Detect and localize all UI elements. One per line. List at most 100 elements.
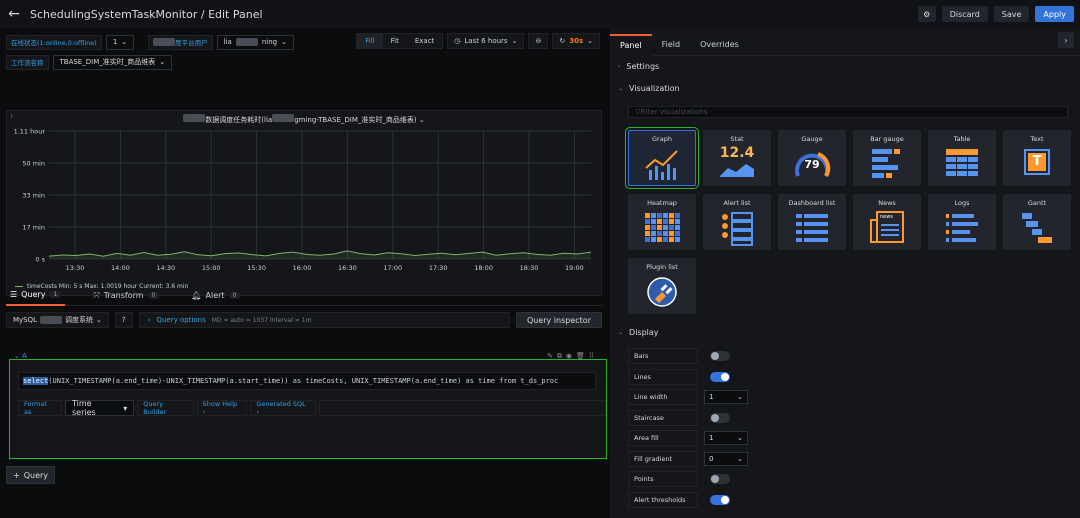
viz-stat[interactable]: Stat 12.4	[703, 130, 771, 186]
sql-text: (UNIX_TIMESTAMP(a.end_time)-UNIX_TIMESTA…	[48, 377, 559, 385]
toggle-switch[interactable]	[710, 371, 730, 382]
query-inspector-button[interactable]: Query inspector	[515, 312, 602, 328]
toggle-switch[interactable]	[710, 351, 730, 361]
show-help-button[interactable]: Show Help ›	[196, 400, 248, 416]
viz-plugin-list[interactable]: Plugin list	[628, 258, 696, 314]
toggle-switch[interactable]	[710, 474, 730, 484]
query-ref-toggle[interactable]: ⌄ A	[14, 352, 27, 360]
query-footer: Format as Time series ▾ Query Builder Sho…	[18, 399, 606, 417]
fill-mode-button[interactable]: Fill	[357, 34, 383, 48]
viz-name: Logs	[954, 199, 970, 207]
datasource-name-prefix: MySQL	[13, 316, 38, 324]
redacted-text	[40, 316, 63, 324]
table-icon	[946, 149, 978, 176]
caret-down-icon: ▾	[123, 403, 128, 413]
display-option-label: Points	[628, 471, 698, 487]
display-option-row: Alert thresholds	[628, 491, 1068, 508]
filter-placeholder: Filter visualizations	[640, 108, 708, 116]
transform-icon: ⤧	[93, 290, 100, 300]
viz-dashboard-list[interactable]: Dashboard list	[778, 194, 846, 250]
query-builder-button[interactable]: Query Builder	[137, 400, 194, 416]
display-option-label: Bars	[628, 348, 698, 364]
question-icon: ?	[121, 316, 126, 324]
tab-query[interactable]: ☰ Query 1	[6, 286, 66, 306]
collapse-pane-button[interactable]: ›	[1058, 32, 1074, 48]
workflow-variable-select[interactable]: TBASE_DIM_准实时_商品维表 ⌄	[52, 54, 173, 70]
option-select[interactable]: 1 ⌄	[704, 431, 748, 445]
apply-button[interactable]: Apply	[1035, 6, 1074, 22]
tab-overrides[interactable]: Overrides	[690, 34, 749, 56]
visualization-section-header[interactable]: ⌄ Visualization	[618, 84, 680, 93]
tab-alert[interactable]: 🔔︎ Alert 0	[187, 286, 244, 306]
toggle-switch[interactable]	[710, 494, 730, 505]
format-as-select[interactable]: Time series ▾	[65, 399, 135, 417]
x-tick-label: 16:00	[293, 264, 312, 272]
heatmap-cell	[663, 219, 668, 224]
tab-transform-count: 0	[147, 292, 160, 299]
viz-alert-list[interactable]: Alert list	[703, 194, 771, 250]
settings-section-header[interactable]: › Settings	[618, 62, 659, 71]
time-range-picker[interactable]: ◷ Last 6 hours ⌄	[447, 33, 525, 49]
bell-icon: 🔔︎	[191, 291, 202, 300]
discard-button[interactable]: Discard	[941, 6, 988, 22]
user-variable-select[interactable]: lia ning ⌄	[216, 34, 294, 50]
filter-visualizations-input[interactable]: ▽ Filter visualizations	[628, 106, 1068, 118]
toggle-switch[interactable]	[710, 412, 730, 423]
back-arrow-icon[interactable]: ←	[0, 6, 28, 22]
format-as-label: Format as	[18, 400, 63, 416]
time-series-chart[interactable]: 1.11 hour 50 min 33 min 17 min 0 s 13:30 14:00…	[7, 123, 601, 283]
gauge-icon-value: 79	[804, 158, 820, 171]
drag-handle-icon[interactable]: ⠿	[589, 352, 598, 360]
status-variable-select[interactable]: 1 ⌄	[105, 34, 135, 50]
viz-graph[interactable]: Graph	[625, 127, 699, 189]
viz-name: Dashboard list	[788, 199, 836, 207]
viz-name: Alert list	[723, 199, 751, 207]
query-options-label: Query options	[156, 316, 206, 324]
news-icon: news	[868, 210, 906, 246]
viz-gantt[interactable]: Gantt	[1003, 194, 1071, 250]
sql-editor[interactable]: select (UNIX_TIMESTAMP(a.end_time)-UNIX_…	[18, 372, 596, 390]
tab-transform[interactable]: ⤧ Transform 0	[89, 286, 163, 306]
query-options-bar[interactable]: › Query options MD = auto = 1037 Interval …	[138, 312, 510, 328]
variable-row-2: 工作流名称 TBASE_DIM_准实时_商品维表 ⌄	[6, 54, 173, 70]
gantt-icon	[1022, 213, 1052, 243]
exact-mode-button[interactable]: Exact	[407, 34, 442, 48]
query-row-actions[interactable]: ✎⧉◉🗑︎⠿	[547, 352, 598, 361]
zoom-out-button[interactable]: ⊖	[528, 33, 549, 49]
eye-icon[interactable]: ◉	[566, 352, 576, 360]
graph-panel-preview: i 数据调度任务耗时(lia gming-TBASE_DIM_准实时_商品维表) …	[6, 110, 602, 296]
fit-mode-button[interactable]: Fit	[383, 34, 407, 48]
copy-icon[interactable]: ⧉	[557, 352, 566, 360]
viz-name: News	[878, 199, 896, 207]
fit-mode-segment: Fill Fit Exact	[356, 33, 444, 49]
tab-panel[interactable]: Panel	[610, 33, 652, 56]
save-button[interactable]: Save	[993, 6, 1030, 22]
viz-bar-gauge[interactable]: Bar gauge	[853, 130, 921, 186]
display-option-row: Fill gradient 0 ⌄	[628, 450, 1068, 467]
viz-text[interactable]: Text T	[1003, 130, 1071, 186]
gauge-icon: 79	[793, 146, 831, 182]
display-option-row: Lines	[628, 368, 1068, 385]
viz-news[interactable]: News news	[853, 194, 921, 250]
heatmap-cell	[663, 213, 668, 218]
option-select[interactable]: 0 ⌄	[704, 451, 748, 466]
display-section-header[interactable]: ⌄ Display	[618, 328, 659, 337]
edit-icon[interactable]: ✎	[547, 352, 557, 360]
viz-logs[interactable]: Logs	[928, 194, 996, 250]
workflow-variable-value: TBASE_DIM_准实时_商品维表	[59, 58, 156, 66]
tab-field[interactable]: Field	[652, 34, 690, 56]
viz-name: Gantt	[1027, 199, 1047, 207]
stat-icon	[720, 164, 754, 177]
viz-heatmap[interactable]: Heatmap	[628, 194, 696, 250]
trash-icon[interactable]: 🗑︎	[576, 352, 589, 360]
viz-gauge[interactable]: Gauge 79	[778, 130, 846, 186]
generated-sql-button[interactable]: Generated SQL ›	[250, 400, 316, 416]
datasource-help-button[interactable]: ?	[114, 312, 133, 328]
chevron-right-icon: ›	[1064, 35, 1068, 45]
refresh-picker[interactable]: ↻ 30s ⌄	[552, 33, 600, 49]
datasource-select[interactable]: MySQL 调度系统 ⌄	[6, 312, 109, 328]
option-select[interactable]: 1 ⌄	[704, 390, 748, 404]
viz-table[interactable]: Table	[928, 130, 996, 186]
settings-gear-icon[interactable]: ⚙	[917, 6, 936, 22]
add-query-button[interactable]: + Query	[6, 466, 56, 484]
